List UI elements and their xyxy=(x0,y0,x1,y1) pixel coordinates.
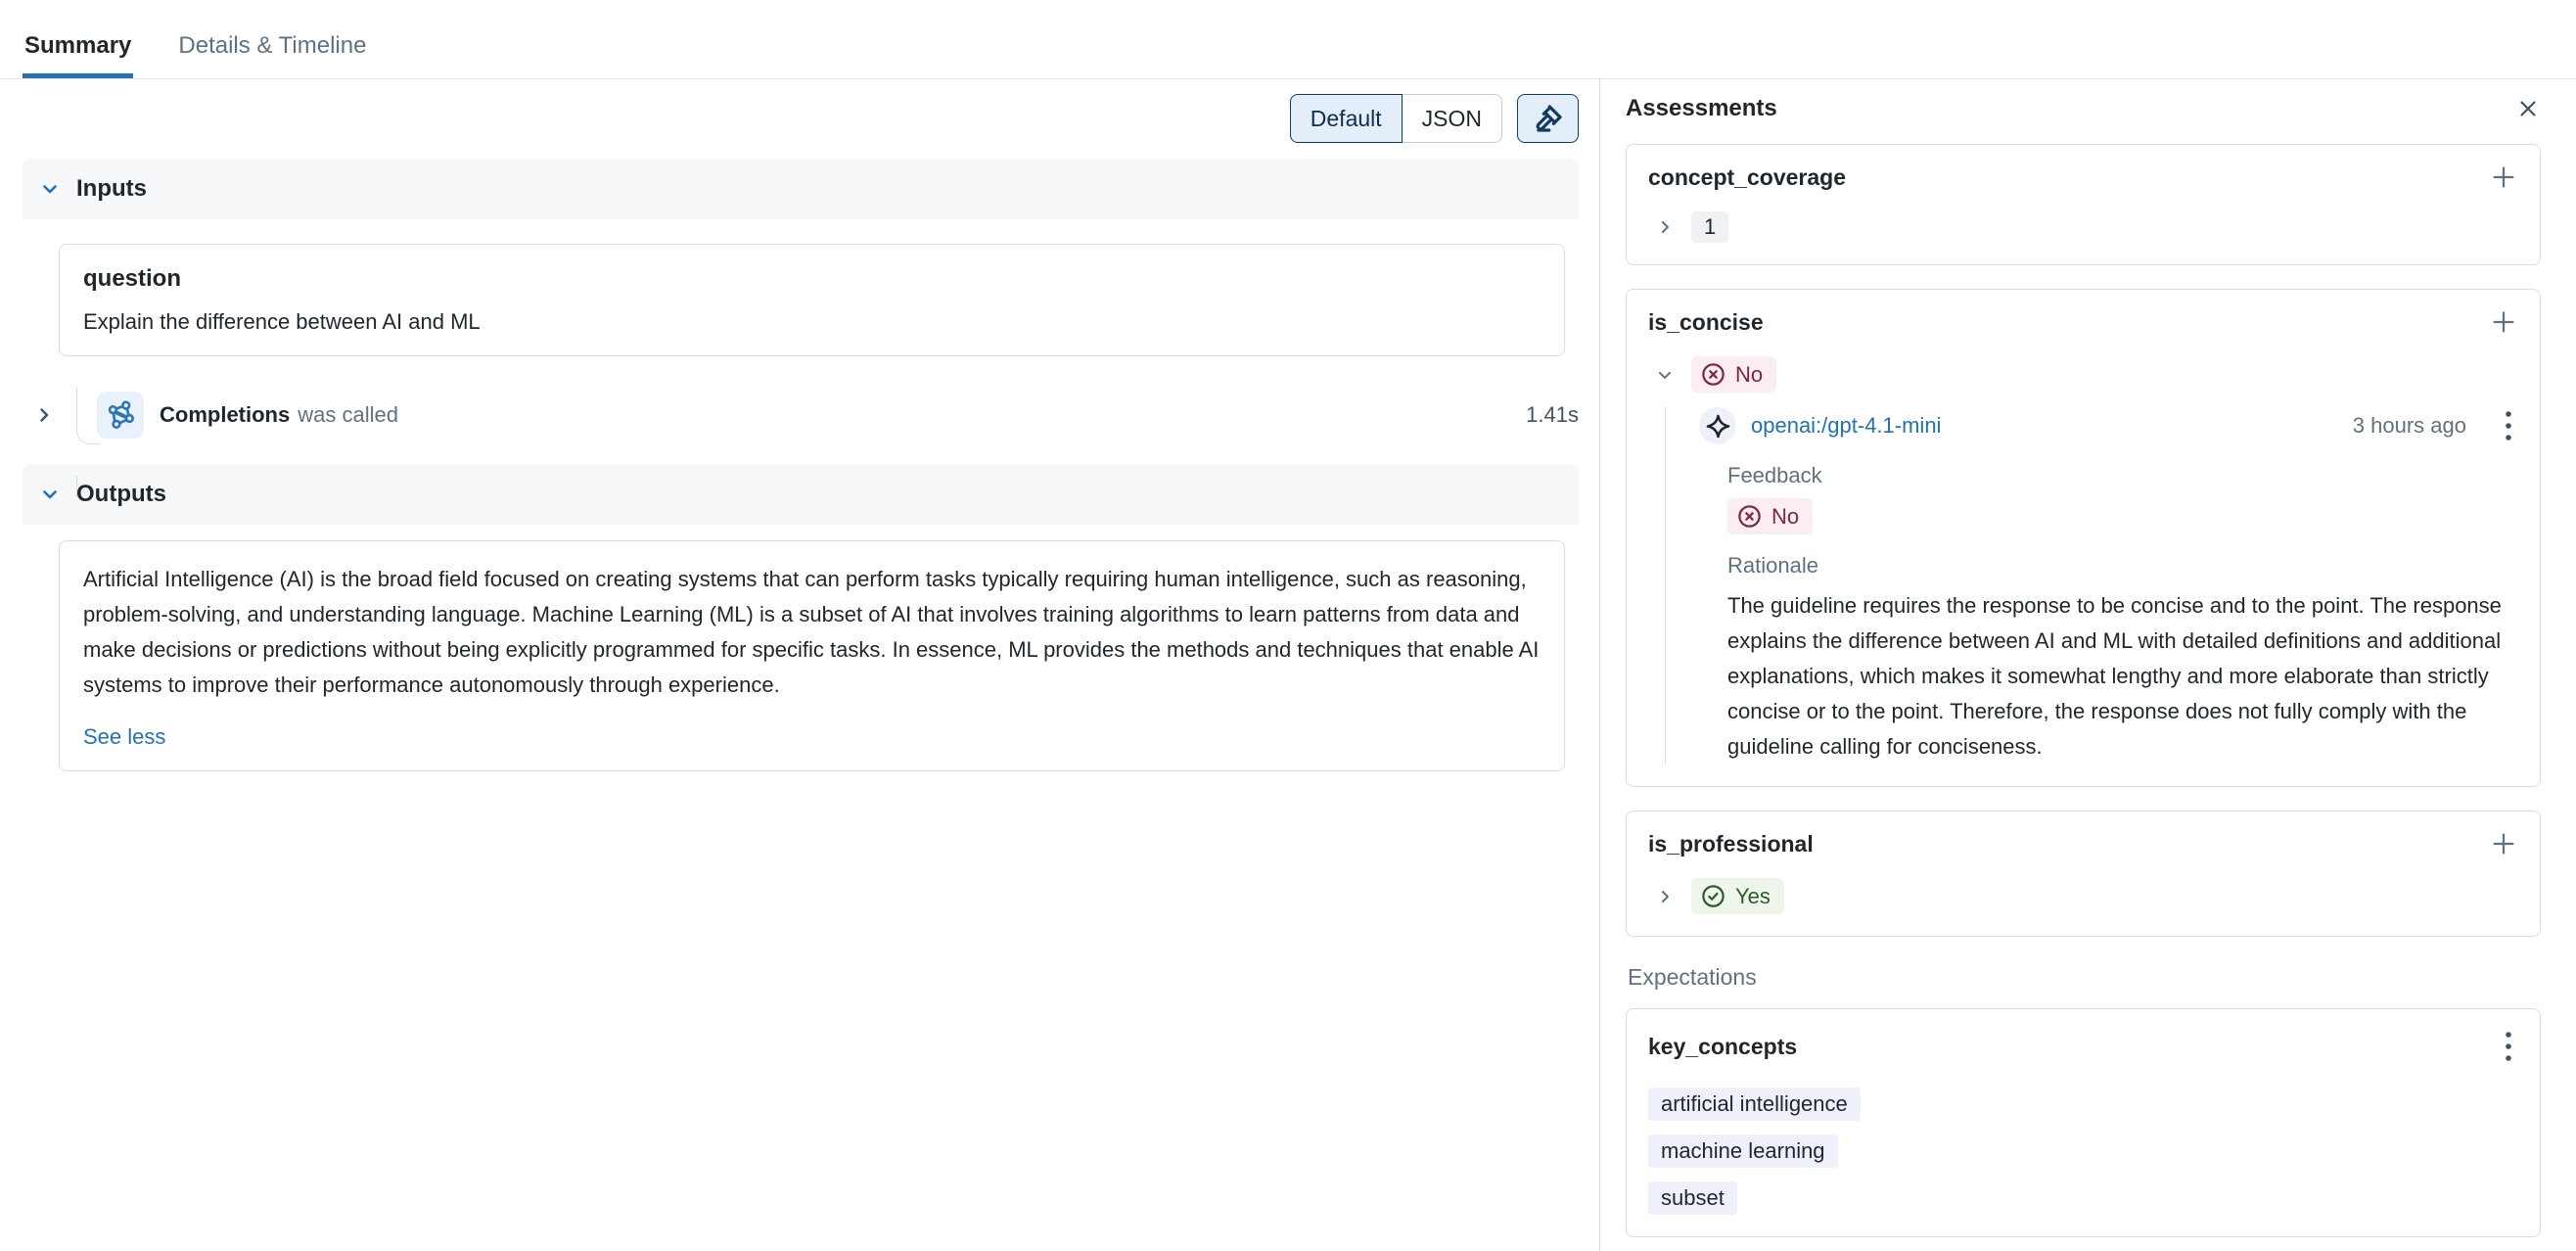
expectation-name: key_concepts xyxy=(1648,1034,1797,1060)
expectation-card-key-concepts: key_concepts artificial intelligence mac… xyxy=(1626,1008,2541,1237)
assessment-value-row[interactable]: 1 xyxy=(1648,211,2518,243)
badge-label: Yes xyxy=(1735,884,1771,909)
output-text: Artificial Intelligence (AI) is the broa… xyxy=(83,562,1541,703)
tree-connector-elbow xyxy=(76,388,100,444)
feedback-badge: No xyxy=(1727,498,1813,534)
plus-icon[interactable] xyxy=(2489,162,2518,192)
assessment-timestamp: 3 hours ago xyxy=(2353,413,2466,439)
circle-x-icon xyxy=(1700,361,1726,388)
assessment-source-row: openai:/gpt-4.1-mini 3 hours ago xyxy=(1699,406,2518,445)
question-field-value: Explain the difference between AI and ML xyxy=(83,309,1541,335)
see-less-link[interactable]: See less xyxy=(83,724,165,750)
assessment-name: is_concise xyxy=(1648,309,1764,336)
tab-summary[interactable]: Summary xyxy=(23,32,133,78)
card-head: is_concise xyxy=(1648,307,2518,337)
span-name: Completions xyxy=(160,402,290,428)
close-icon[interactable] xyxy=(2515,96,2541,121)
expectation-tag: machine learning xyxy=(1648,1135,1838,1168)
assessment-value-row[interactable]: No xyxy=(1648,356,2518,393)
sparkle-icon xyxy=(1699,407,1736,444)
view-json-button[interactable]: JSON xyxy=(1403,94,1502,143)
circle-check-icon xyxy=(1700,883,1726,909)
tab-details-timeline[interactable]: Details & Timeline xyxy=(176,32,368,78)
plus-icon[interactable] xyxy=(2489,307,2518,337)
question-field-label: question xyxy=(83,265,1541,293)
chevron-right-icon[interactable] xyxy=(32,403,56,427)
assessment-name: concept_coverage xyxy=(1648,164,1846,191)
view-mode-segmented-control: Default JSON xyxy=(1290,94,1502,143)
outputs-section-header[interactable]: Outputs xyxy=(23,464,1579,525)
outputs-card: Artificial Intelligence (AI) is the broa… xyxy=(59,540,1565,771)
kebab-menu-icon[interactable] xyxy=(2499,406,2518,445)
completions-span-row[interactable]: Completions was called 1.41s xyxy=(23,392,1579,439)
feedback-value: No xyxy=(1727,498,2518,535)
inputs-section-body: question Explain the difference between … xyxy=(23,244,1579,439)
rationale-label: Rationale xyxy=(1727,553,2518,579)
assessments-toggle-button[interactable] xyxy=(1517,94,1579,143)
assessment-value-badge: No xyxy=(1691,356,1776,393)
assessments-title: Assessments xyxy=(1626,95,1777,122)
tree-connector-stub xyxy=(76,476,77,497)
expectations-section-label: Expectations xyxy=(1628,964,2541,991)
feedback-label: Feedback xyxy=(1727,463,2518,488)
chevron-down-icon[interactable] xyxy=(1655,365,1675,385)
assessment-value-badge: 1 xyxy=(1691,211,1728,243)
chevron-right-icon[interactable] xyxy=(1655,217,1675,237)
tab-bar: Summary Details & Timeline xyxy=(0,0,2576,79)
expectation-tag: subset xyxy=(1648,1182,1737,1215)
view-default-button[interactable]: Default xyxy=(1290,94,1403,143)
span-suffix: was called xyxy=(298,402,398,428)
assessment-detail: openai:/gpt-4.1-mini 3 hours ago Feedbac… xyxy=(1665,406,2518,764)
circle-x-icon xyxy=(1736,503,1763,530)
assessment-value-row[interactable]: Yes xyxy=(1648,878,2518,914)
chevron-down-icon[interactable] xyxy=(38,483,62,506)
badge-label: No xyxy=(1735,362,1763,388)
trace-summary-page: Summary Details & Timeline Default JSON xyxy=(0,0,2576,1251)
plus-icon[interactable] xyxy=(2489,829,2518,858)
span-duration: 1.41s xyxy=(1526,402,1579,428)
assessment-card-concept-coverage: concept_coverage 1 xyxy=(1626,144,2541,265)
chevron-right-icon[interactable] xyxy=(1655,887,1675,906)
assessment-card-is-professional: is_professional Yes xyxy=(1626,811,2541,937)
model-span-icon-box xyxy=(97,392,144,439)
inputs-section-title: Inputs xyxy=(76,175,147,203)
card-head: is_professional xyxy=(1648,829,2518,858)
assessments-panel: Assessments concept_coverage 1 xyxy=(1599,79,2576,1251)
chevron-down-icon[interactable] xyxy=(38,177,62,201)
badge-label: No xyxy=(1771,504,1799,530)
main-column: Default JSON xyxy=(0,79,1599,1251)
gavel-icon xyxy=(1533,103,1564,134)
question-card: question Explain the difference between … xyxy=(59,244,1565,356)
assessments-panel-header: Assessments xyxy=(1626,95,2541,122)
assessment-name: is_professional xyxy=(1648,831,1814,857)
view-toolbar: Default JSON xyxy=(23,94,1579,143)
inputs-section-header[interactable]: Inputs xyxy=(23,159,1579,219)
assessment-value-badge: Yes xyxy=(1691,878,1784,914)
kebab-menu-icon[interactable] xyxy=(2499,1027,2518,1066)
card-head: concept_coverage xyxy=(1648,162,2518,192)
outputs-section-title: Outputs xyxy=(76,481,166,508)
assessment-source-link[interactable]: openai:/gpt-4.1-mini xyxy=(1751,413,1941,439)
model-graph-icon xyxy=(105,399,136,431)
expectation-tag: artificial intelligence xyxy=(1648,1088,1861,1121)
card-head: key_concepts xyxy=(1648,1027,2518,1066)
content-row: Default JSON xyxy=(0,79,2576,1251)
rationale-text: The guideline requires the response to b… xyxy=(1727,588,2518,764)
assessment-card-is-concise: is_concise No xyxy=(1626,289,2541,787)
expectation-tags: artificial intelligence machine learning… xyxy=(1648,1088,2518,1215)
